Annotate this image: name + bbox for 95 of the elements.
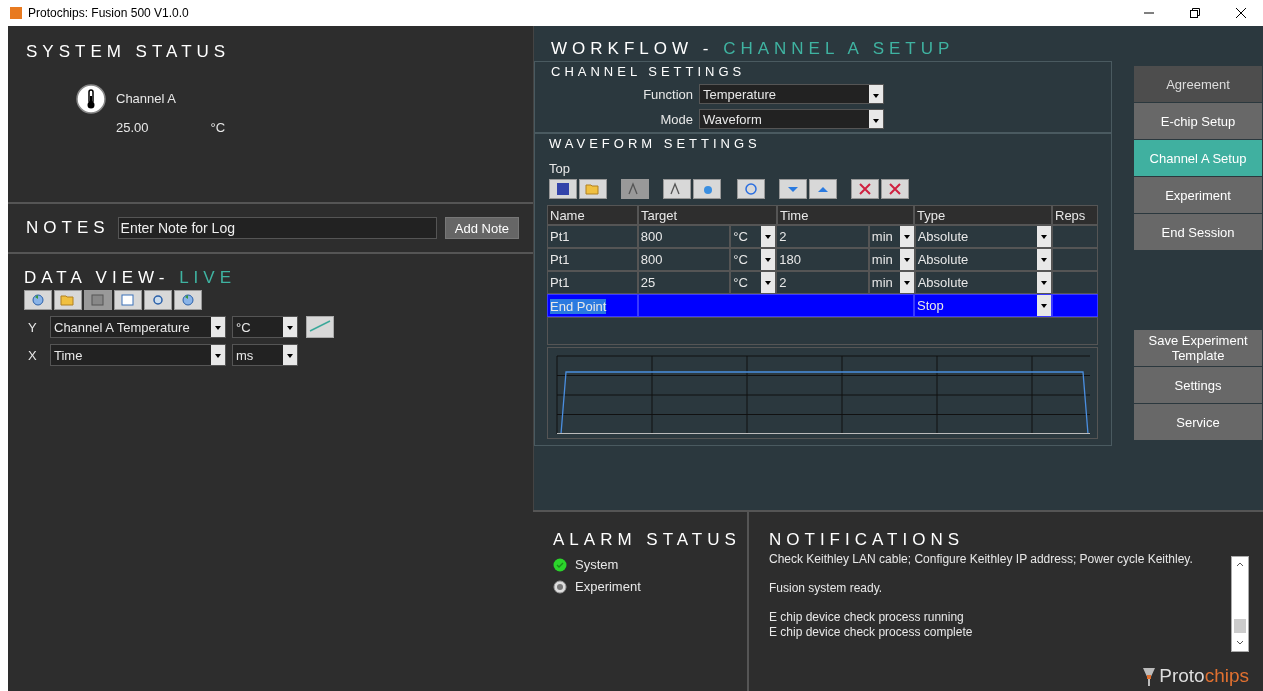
section-title: WORKFLOW -	[551, 39, 714, 58]
window-icon	[120, 293, 136, 307]
section-title: DATA VIEW-	[24, 268, 170, 287]
new-tool-button[interactable]	[114, 290, 142, 310]
logo-text: Proto	[1159, 665, 1205, 687]
folder-icon	[60, 293, 76, 307]
logo-text: chips	[1204, 665, 1249, 687]
window-title: Protochips: Fusion 500 V1.0.0	[28, 6, 190, 20]
alarm-label: System	[575, 557, 619, 572]
workflow-step-button[interactable]: End Session	[1134, 214, 1262, 250]
table-cell: 800	[637, 225, 731, 248]
table-row[interactable]: Pt1 800 °C 2 min Absolute	[547, 225, 1098, 248]
unit-dropdown[interactable]: min	[868, 225, 915, 248]
workflow-step-button[interactable]: Experiment	[1134, 177, 1262, 213]
table-row[interactable]: Pt1 25 °C 2 min Absolute	[547, 271, 1098, 294]
unit-dropdown[interactable]: min	[868, 248, 915, 271]
folder-icon	[585, 182, 601, 196]
delall-tool-button[interactable]	[881, 179, 909, 199]
notification-message: E chip device check process running	[769, 610, 964, 624]
quantity-dropdown[interactable]: Time	[50, 344, 226, 366]
table-cell: 180	[776, 248, 869, 271]
unit-dropdown[interactable]: °C	[232, 316, 298, 338]
notification-message: E chip device check process complete	[769, 624, 973, 639]
axis-label: Y	[27, 319, 38, 335]
column-header: Time	[777, 205, 914, 225]
field-label: Function	[642, 86, 694, 102]
table-cell: Pt1	[547, 271, 638, 294]
up-tool-button[interactable]	[809, 179, 837, 199]
section-title: SYSTEM STATUS	[26, 42, 232, 62]
menu-button[interactable]: Save Experiment Template	[1134, 330, 1262, 366]
zoom-tool-button[interactable]	[144, 290, 172, 310]
table-cell: Pt1	[547, 225, 638, 248]
section-title: NOTES	[26, 218, 110, 238]
column-header: Target	[638, 205, 777, 225]
refresh-tool-button[interactable]	[24, 290, 52, 310]
unit-dropdown[interactable]: °C	[730, 248, 777, 271]
table-cell: 25	[637, 271, 731, 294]
table-cell: 2	[776, 271, 869, 294]
notification-message: Check Keithley LAN cable; Configure Keithley IP address; Power cycle Keithley.	[769, 552, 1193, 566]
table-cell: 800	[637, 248, 731, 271]
field-label: Mode	[659, 111, 694, 127]
column-header: Reps	[1052, 205, 1098, 225]
section-title: NOTIFICATIONS	[769, 530, 965, 550]
ramp-tool-button[interactable]	[663, 179, 691, 199]
alarm-label: Experiment	[575, 579, 641, 594]
axis-label: X	[27, 347, 38, 363]
circle-x-icon	[743, 182, 759, 196]
app-icon	[10, 7, 22, 19]
restore-icon[interactable]	[1189, 7, 1201, 19]
x-icon	[857, 182, 873, 196]
add-note-button[interactable]: Add Note	[444, 217, 519, 239]
add-tool-button[interactable]	[693, 179, 721, 199]
thermometer-icon	[76, 84, 106, 114]
menu-button[interactable]: Service	[1134, 404, 1262, 440]
column-header: Type	[914, 205, 1052, 225]
close-icon[interactable]	[1235, 7, 1247, 19]
column-header: Name	[547, 205, 638, 225]
scrollbar[interactable]	[1231, 556, 1249, 652]
temperature-unit: °C	[210, 120, 226, 135]
notification-message: Fusion system ready.	[769, 581, 883, 595]
table-cell: Pt1	[547, 248, 638, 271]
live-label: LIVE	[179, 268, 236, 287]
type-dropdown[interactable]: Absolute	[914, 248, 1053, 271]
table-row[interactable]: Pt1 800 °C 180 min Absolute	[547, 248, 1098, 271]
channel-name: Channel A	[116, 91, 177, 106]
line-style-button[interactable]	[306, 316, 334, 338]
setting-dropdown[interactable]: Temperature	[699, 84, 884, 104]
unit-dropdown[interactable]: ms	[232, 344, 298, 366]
group-title: CHANNEL SETTINGS	[551, 64, 747, 79]
note-input-field[interactable]: Enter Note for Log	[117, 217, 437, 239]
reset-tool-button[interactable]	[174, 290, 202, 310]
quantity-dropdown[interactable]: Channel A Temperature	[50, 316, 226, 338]
temperature-value: 25.00	[116, 120, 149, 135]
unit-dropdown[interactable]: °C	[730, 271, 777, 294]
save-tool-button[interactable]	[549, 179, 577, 199]
type-dropdown[interactable]: Absolute	[914, 271, 1053, 294]
unit-dropdown[interactable]: min	[868, 271, 915, 294]
magnifier-icon	[150, 293, 166, 307]
workflow-step-button[interactable]: E-chip Setup	[1134, 103, 1262, 139]
logo-icon	[1142, 667, 1157, 687]
segment-label: Top	[549, 161, 571, 176]
section-title: ALARM STATUS	[553, 530, 742, 550]
type-dropdown[interactable]: Stop	[914, 294, 1052, 317]
setting-dropdown[interactable]: Waveform	[699, 109, 884, 129]
table-cell: 2	[776, 225, 869, 248]
workflow-step-title: CHANNEL A SETUP	[723, 39, 955, 58]
group-title: WAVEFORM SETTINGS	[549, 136, 762, 151]
del-tool-button[interactable]	[851, 179, 879, 199]
type-dropdown[interactable]: Absolute	[914, 225, 1053, 248]
open-tool-button[interactable]	[54, 290, 82, 310]
x-icon	[887, 182, 903, 196]
down-tool-button[interactable]	[779, 179, 807, 199]
clear-tool-button[interactable]	[737, 179, 765, 199]
menu-button[interactable]: Settings	[1134, 367, 1262, 403]
unit-dropdown[interactable]: °C	[730, 225, 777, 248]
